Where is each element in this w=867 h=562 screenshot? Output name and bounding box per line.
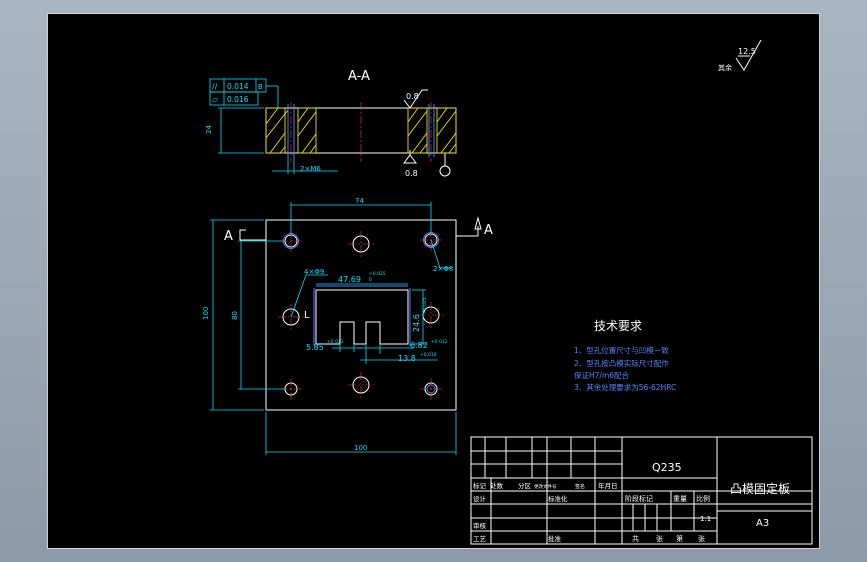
technical-requirements: 技术要求 1、型孔位置尺寸与凹模一致 2、型孔按凸模实际尺寸配作 保证H7/m6… — [574, 319, 676, 392]
section-cut-marks — [239, 216, 482, 241]
part-name-label: 凸模固定板 — [730, 481, 790, 496]
section-mark-right: A — [484, 223, 493, 238]
scale-label: 1:1 — [700, 515, 711, 523]
tb-stage: 阶段标记 — [625, 494, 653, 503]
notch-width-dim — [332, 344, 362, 352]
tb-count: 处数 — [490, 481, 504, 490]
slot-width-label: 47.69 — [338, 275, 361, 284]
tech-req-item-1: 1、型孔位置尺寸与凹模一致 — [574, 345, 669, 355]
notch-gap-label: 6.82 — [410, 341, 428, 350]
roughness-rest-label: 其余 — [718, 63, 732, 72]
roughness-top-value: 0.8 — [406, 92, 419, 101]
section-title: A-A — [348, 69, 370, 84]
tb-zone: 分区 — [518, 481, 532, 490]
tol-row2-symbol: ▱ — [212, 95, 219, 104]
thickness-label: 24 — [205, 125, 213, 134]
thickness-dim — [218, 107, 264, 154]
section-mark-left: A — [224, 229, 233, 244]
tb-review: 审核 — [473, 521, 487, 530]
notch-width-tol: +0.012 — [327, 339, 344, 345]
drawing-svg: A-A 24 2×M6 // 0.014 B ▱ 0.016 0.8 0.8 1… — [202, 39, 813, 545]
punch-profile-edges — [313, 285, 411, 346]
tech-req-item-4: 3、其余处理要求为56-62HRC — [574, 382, 676, 392]
tb-date: 年月日 — [598, 481, 618, 490]
sheet-size-label: A3 — [756, 518, 769, 529]
inner-height-dim — [238, 240, 284, 390]
title-block: Q235 凸模固定板 A3 1:1 标记 处数 分区 更改文件号 签名 年月日 … — [470, 436, 813, 545]
slot-width-tol-lower: 0 — [369, 277, 372, 283]
tb-mark: 标记 — [473, 481, 487, 490]
slot-height-tol: +0.025 — [422, 297, 428, 314]
slot-height-label: 24.6 — [412, 314, 421, 332]
notch-gap-dim — [358, 344, 414, 354]
plan-view: A A L 74 100 80 100 2×Φ8 4×Φ9 47.69 +0.0… — [202, 197, 493, 455]
tb-sheets: 张 — [656, 534, 663, 543]
drawing-canvas[interactable]: A-A 24 2×M6 // 0.014 B ▱ 0.016 0.8 0.8 1… — [47, 13, 820, 549]
tol-row1-datum: B — [258, 83, 263, 91]
tb-process: 工艺 — [473, 535, 487, 543]
tb-weight: 重量 — [673, 495, 687, 503]
corner-label: L — [304, 310, 310, 321]
notch-gap-tol: +0.012 — [431, 339, 448, 345]
datum-b-symbol — [439, 153, 451, 177]
tb-total: 共 — [632, 534, 639, 543]
tb-change-doc: 更改文件号 — [534, 483, 557, 490]
small-hole-label: 4×Φ9 — [304, 268, 324, 276]
tb-sheets2: 张 — [698, 534, 705, 543]
roughness-bottom-symbol — [403, 150, 417, 164]
thread-holes-label: 2×Φ8 — [433, 265, 453, 273]
plate-width-label: 100 — [354, 444, 367, 452]
notch-depth-tol: +0.018 — [420, 352, 437, 358]
tol-row1-symbol: // — [212, 82, 218, 91]
tb-design: 设计 — [473, 494, 487, 503]
tech-req-item-3: 保证H7/m6配合 — [574, 370, 630, 380]
hole-spacing-label: 74 — [355, 197, 364, 205]
punch-profile — [315, 289, 409, 345]
hole-spacing-dim — [290, 202, 432, 234]
material-label: Q235 — [652, 461, 682, 474]
thread-holes-leader — [430, 239, 452, 269]
roughness-rest: 12.5 其余 — [718, 39, 762, 72]
tb-approve: 批准 — [548, 534, 562, 543]
pin-hole-label: 2×M6 — [300, 165, 321, 173]
roughness-rest-value: 12.5 — [738, 47, 756, 56]
tech-req-title: 技术要求 — [594, 319, 642, 333]
inner-height-label: 80 — [231, 311, 239, 320]
notch-width-label: 5.85 — [306, 343, 324, 352]
tb-page: 第 — [676, 534, 683, 543]
slot-width-tol: +0.025 — [369, 271, 386, 277]
tb-ratio: 比例 — [696, 494, 710, 503]
roughness-bottom-value: 0.8 — [405, 169, 418, 178]
section-view: A-A 24 2×M6 // 0.014 B ▱ 0.016 0.8 0.8 — [205, 69, 457, 178]
tb-standardize: 标准化 — [548, 494, 568, 503]
plate-height-label: 100 — [202, 307, 210, 320]
tb-sign: 签名 — [575, 483, 585, 490]
notch-depth-label: 13.8 — [398, 354, 416, 363]
tech-req-item-2: 2、型孔按凸模实际尺寸配作 — [574, 358, 669, 368]
tol-row1-value: 0.014 — [227, 82, 249, 91]
tol-row2-value: 0.016 — [227, 95, 249, 104]
